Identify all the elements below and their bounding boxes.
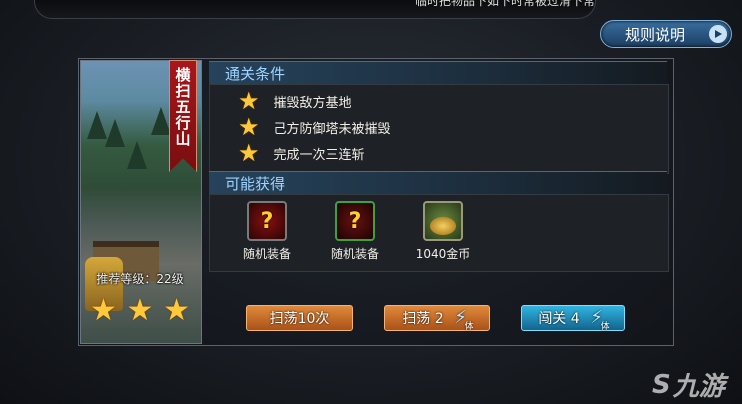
- stage-name: 横扫五行山: [173, 67, 192, 147]
- play-icon: [709, 25, 727, 43]
- reward-label: 随机装备: [242, 247, 291, 261]
- stamina-icon: ⚡ 体: [590, 307, 610, 333]
- condition-item: ★ 己方防御塔未被摧毁: [238, 115, 391, 139]
- reward-item[interactable]: 1040金币: [408, 201, 478, 262]
- star-icon: ★: [238, 87, 260, 115]
- stage-star-rating: ★ ★ ★: [90, 296, 190, 326]
- star-icon: ★: [163, 293, 190, 328]
- reward-label: 1040金币: [415, 247, 471, 261]
- star-icon: ★: [90, 293, 117, 328]
- top-banner: 临时把物品下如下时常被过滑下常留。: [34, 0, 596, 19]
- sweep-10-label: 扫荡10次: [269, 311, 330, 327]
- rewards-header: 可能获得: [209, 171, 667, 195]
- condition-item: ★ 完成一次三连斩: [238, 141, 365, 165]
- gold-coins-icon: [423, 201, 463, 241]
- reward-item[interactable]: ? 随机装备: [320, 201, 390, 262]
- conditions-list: ★ 摧毁敌方基地 ★ 己方防御塔未被摧毁 ★ 完成一次三连斩: [209, 84, 669, 174]
- star-icon: ★: [238, 113, 260, 141]
- random-equipment-icon: ?: [247, 201, 287, 241]
- sweep-10-button[interactable]: 扫荡10次: [246, 305, 353, 331]
- rules-button[interactable]: 规则说明: [600, 20, 732, 48]
- random-equipment-icon: ?: [335, 201, 375, 241]
- condition-item: ★ 摧毁敌方基地: [238, 89, 352, 113]
- reward-label: 随机装备: [330, 247, 379, 261]
- sweep-button[interactable]: 扫荡 2 ⚡ 体: [384, 305, 490, 333]
- rewards-header-title: 可能获得: [225, 175, 286, 193]
- conditions-header: 通关条件: [209, 61, 667, 85]
- watermark-glyph: S: [652, 369, 671, 400]
- watermark-logo: S 九游: [652, 366, 725, 403]
- top-banner-text: 临时把物品下如下时常被过滑下常留。: [415, 0, 596, 8]
- challenge-button[interactable]: 闯关 4 ⚡ 体: [521, 305, 625, 333]
- stamina-icon: ⚡ 体: [454, 307, 474, 333]
- rules-button-label: 规则说明: [624, 25, 685, 44]
- star-icon: ★: [126, 293, 154, 328]
- condition-text: 完成一次三连斩: [273, 147, 365, 163]
- condition-text: 摧毁敌方基地: [273, 95, 352, 111]
- recommended-level: 推荐等级：22级: [96, 272, 184, 286]
- stage-name-banner: 横扫五行山: [169, 60, 197, 172]
- star-icon: ★: [238, 139, 260, 167]
- sweep-label: 扫荡 2: [402, 311, 444, 327]
- conditions-header-title: 通关条件: [225, 65, 286, 83]
- rewards-list: ? 随机装备 ? 随机装备 1040金币: [209, 194, 669, 272]
- reward-item[interactable]: ? 随机装备: [232, 201, 302, 262]
- condition-text: 己方防御塔未被摧毁: [273, 121, 391, 137]
- watermark-text: 九游: [672, 372, 725, 402]
- challenge-label: 闯关 4: [538, 311, 580, 327]
